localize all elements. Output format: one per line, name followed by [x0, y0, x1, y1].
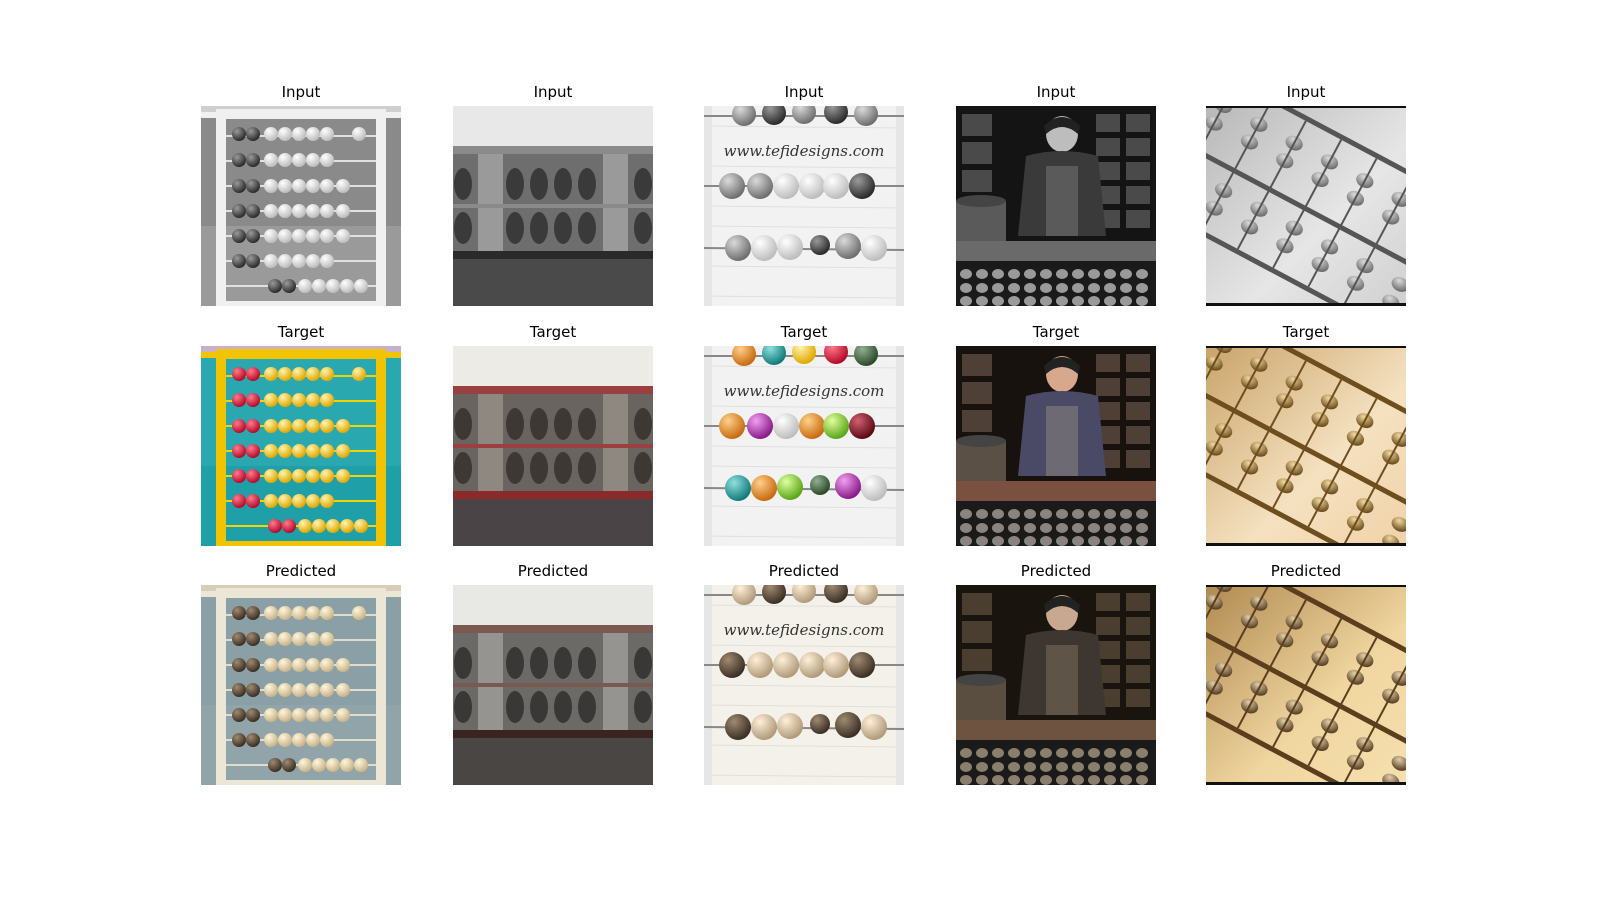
cell-title: Target: [277, 323, 325, 341]
cell-title: Predicted: [517, 562, 589, 580]
cell-title: Input: [1286, 83, 1326, 101]
cell-title: Input: [281, 83, 321, 101]
cell-title: Target: [1032, 323, 1080, 341]
watermark-text: www.tefidesigns.com: [724, 382, 885, 400]
cell-title: Predicted: [1270, 562, 1342, 580]
cell-title: Predicted: [1020, 562, 1092, 580]
watermark-text: www.tefidesigns.com: [724, 621, 885, 639]
cell-title: Target: [780, 323, 828, 341]
cell-title: Target: [1282, 323, 1330, 341]
figure: { "rows": [ { "title": "Input" }, { "tit…: [0, 0, 1600, 900]
watermark-text: www.tefidesigns.com: [724, 142, 885, 160]
cell-title: Input: [533, 83, 573, 101]
cell-title: Input: [1036, 83, 1076, 101]
cell-title: Target: [529, 323, 577, 341]
cell-title: Input: [784, 83, 824, 101]
cell-title: Predicted: [265, 562, 337, 580]
cell-title: Predicted: [768, 562, 840, 580]
